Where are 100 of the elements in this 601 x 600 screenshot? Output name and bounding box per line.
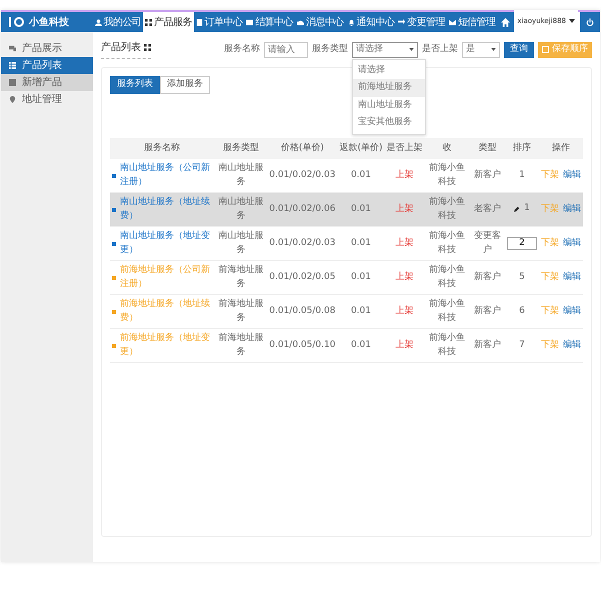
cell-text: 0.01 — [350, 272, 371, 282]
cell-text: 前海小鱼科技 — [429, 265, 466, 288]
pin-icon — [9, 96, 16, 103]
cell-text: 新客户 — [474, 272, 501, 282]
dropdown-option[interactable]: 宝安其他服务 — [353, 114, 425, 132]
status-text: 上架 — [395, 170, 414, 180]
status-text: 上架 — [395, 272, 414, 282]
sort-number: 7 — [519, 338, 525, 352]
arrows-icon — [398, 18, 406, 26]
document-icon — [196, 18, 203, 26]
sidebar-item[interactable]: 产品展示 — [1, 40, 93, 57]
power-icon — [586, 18, 594, 26]
cell-text: 0.01/0.02/0.06 — [269, 204, 336, 214]
card-icon — [246, 18, 254, 26]
grid-icon — [145, 18, 152, 26]
action-link[interactable]: 编辑 — [562, 236, 581, 250]
pencil-icon[interactable] — [514, 206, 520, 212]
action-link[interactable]: 编辑 — [562, 304, 581, 318]
cell-text: 前海小鱼科技 — [429, 333, 466, 356]
sidebar-item[interactable]: 产品列表 — [1, 57, 93, 74]
grid-icon — [144, 44, 151, 51]
nav-tab[interactable]: 结算中心 — [244, 12, 295, 32]
logo-icon — [9, 17, 25, 27]
action-link[interactable]: 编辑 — [562, 270, 581, 284]
sidebar-item[interactable]: 新增产品 — [1, 74, 93, 91]
display-icon — [9, 45, 16, 52]
status-text: 上架 — [395, 204, 414, 214]
nav-tab[interactable]: 通知中心 — [346, 12, 396, 32]
cell-text: 前海小鱼科技 — [429, 197, 466, 220]
cell-text: 前海小鱼科技 — [429, 231, 466, 254]
nav-tab[interactable]: 订单中心 — [194, 12, 244, 32]
cell-text: 前海地址服务 — [218, 333, 264, 356]
dropdown-option[interactable]: 南山地址服务 — [353, 96, 425, 114]
sidebar-item[interactable]: 地址管理 — [1, 91, 93, 108]
select-value: 是 — [466, 42, 475, 56]
bell-icon — [348, 18, 355, 26]
field-label: 服务名称 — [224, 42, 260, 56]
nav-tab[interactable]: 我的公司 — [92, 12, 144, 32]
column-header: 价格(单价) — [267, 138, 338, 159]
cell-text: 老客户 — [474, 204, 501, 214]
column-header: 是否上架 — [384, 138, 424, 159]
cell-text: 变更客户 — [474, 231, 501, 254]
column-header: 排序 — [504, 138, 539, 159]
search-field[interactable]: 请输入 — [264, 42, 308, 58]
cell-text: 新客户 — [474, 306, 501, 316]
service-link[interactable]: 南山地址服务（公司新注册） — [120, 162, 212, 189]
person-icon — [94, 18, 102, 26]
logo-text: 小鱼科技 — [29, 16, 69, 30]
envelope-icon — [448, 18, 456, 26]
field-label: 服务类型 — [312, 42, 348, 56]
home-icon[interactable] — [501, 18, 510, 26]
cell-text: 新客户 — [474, 340, 501, 350]
tab[interactable]: 服务列表 — [110, 76, 160, 94]
cloud-icon — [296, 18, 304, 26]
dropdown-option[interactable]: 前海地址服务 — [353, 79, 425, 96]
column-header: 返款(单价) — [337, 138, 384, 159]
cell-text: 0.01/0.02/0.05 — [269, 272, 336, 282]
status-text: 上架 — [395, 340, 414, 350]
tab[interactable]: 添加服务 — [160, 76, 210, 94]
sort-number: 1 — [524, 202, 530, 215]
nav-tab[interactable]: 变更管理 — [396, 12, 447, 32]
type-select[interactable]: 请选择 — [352, 42, 418, 58]
select-value: 请选择 — [356, 42, 383, 56]
action-link[interactable]: 编辑 — [562, 202, 581, 216]
column-header: 服务名称 — [110, 138, 214, 159]
cell-text: 南山地址服务 — [218, 231, 264, 254]
action-link[interactable]: 编辑 — [562, 338, 581, 352]
status-text: 上架 — [395, 306, 414, 316]
nav-tab[interactable]: 产品服务 — [143, 12, 194, 32]
sort-number: 6 — [519, 304, 525, 318]
caret-icon — [569, 19, 575, 23]
sort-input[interactable]: 2 — [506, 237, 537, 250]
cell-text: 0.01 — [350, 204, 371, 214]
save-icon — [542, 46, 549, 53]
cell-text: 0.01/0.05/0.08 — [269, 306, 336, 316]
square-icon — [9, 79, 16, 86]
cell-text: 0.01 — [350, 340, 371, 350]
button-label: 保存顺序 — [552, 42, 588, 56]
listed-select[interactable]: 是 — [462, 42, 500, 58]
search-button[interactable]: 查询 — [504, 42, 534, 58]
cell-text: 前海地址服务 — [218, 265, 264, 288]
list-icon — [9, 62, 16, 69]
cell-text: 前海地址服务 — [218, 299, 264, 322]
status-text: 上架 — [395, 238, 414, 248]
cell-text: 0.01/0.05/0.10 — [269, 340, 336, 350]
cell-text: 南山地址服务 — [218, 163, 264, 186]
nav-tab[interactable]: 短信管理 — [446, 12, 498, 32]
page-title: 产品列表 — [101, 40, 141, 55]
caret-icon — [409, 48, 414, 51]
column-header: 收 — [424, 138, 470, 159]
cell-text: 前海小鱼科技 — [429, 163, 466, 186]
cell-text: 0.01 — [350, 306, 371, 316]
action-link[interactable]: 编辑 — [562, 168, 581, 182]
dropdown-option[interactable]: 请选择 — [353, 62, 425, 79]
cell-text: 南山地址服务 — [218, 197, 264, 220]
cell-text: 0.01 — [350, 170, 371, 180]
service-link[interactable]: 南山地址服务（地址变更） — [120, 230, 212, 257]
cell-text: 0.01/0.02/0.03 — [269, 170, 336, 180]
column-header: 类型 — [470, 138, 505, 159]
nav-tab[interactable]: 消息中心 — [294, 12, 346, 32]
